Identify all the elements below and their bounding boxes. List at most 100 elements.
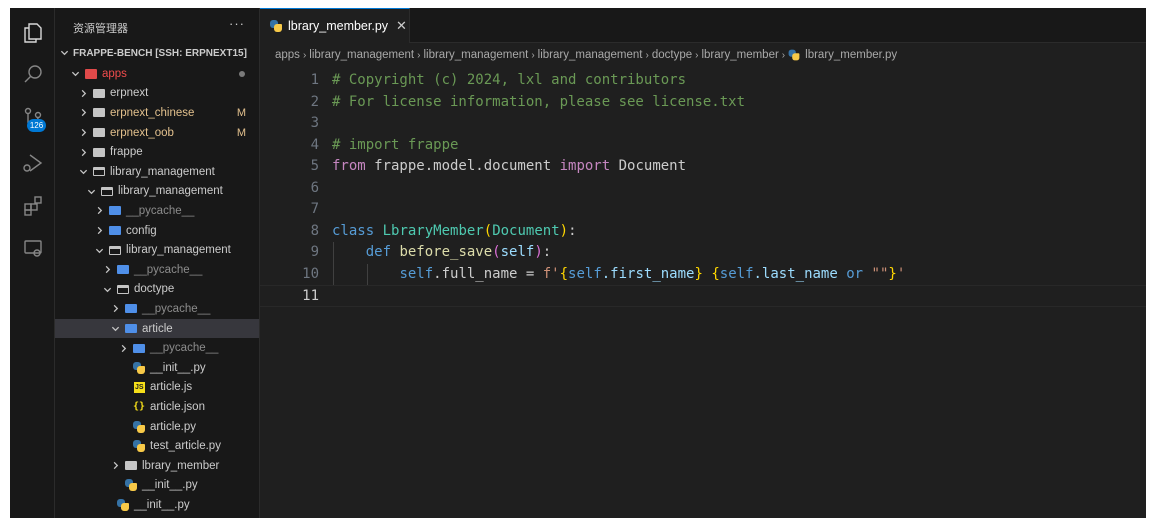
python-file-icon xyxy=(124,479,138,492)
line-number: 1 xyxy=(310,72,319,88)
chevron-down-icon xyxy=(101,285,113,294)
tree-folder-item[interactable]: __pycache__ xyxy=(55,260,259,280)
code-token: frappe.model.document xyxy=(365,158,560,174)
code-token: ( xyxy=(483,222,493,239)
tree-folder-item[interactable]: article xyxy=(55,318,259,339)
line-number: 7 xyxy=(310,201,319,217)
tree-folder-item[interactable]: erpnext_oob M xyxy=(55,123,259,143)
tree-folder-item[interactable]: library_management xyxy=(55,182,259,202)
editor-area: lbrary_member.py ✕ apps › library_manageme… xyxy=(260,8,1146,518)
code-token: : xyxy=(542,244,552,260)
tree-item-label: frappe xyxy=(110,146,143,159)
tree-file-item[interactable]: test_article.py xyxy=(55,436,259,456)
extensions-icon[interactable] xyxy=(10,189,55,223)
tree-folder-item[interactable]: __pycache__ xyxy=(55,338,259,358)
chevron-right-icon: › xyxy=(781,49,786,61)
tree-file-item[interactable]: {} article.json xyxy=(55,397,259,417)
code-line[interactable]: 2 # For license information, please see l… xyxy=(260,92,1146,114)
breadcrumb-item[interactable]: library_management xyxy=(309,49,414,61)
line-number: 2 xyxy=(310,93,319,110)
code-line[interactable]: 7 xyxy=(260,199,1146,221)
close-icon[interactable]: ✕ xyxy=(396,18,407,34)
apps-folder-icon xyxy=(84,68,98,80)
tree-folder-item[interactable]: library_management xyxy=(55,240,259,260)
tree-file-item[interactable]: __init__.py xyxy=(55,476,259,496)
breadcrumb-item[interactable]: lbrary_member.py xyxy=(805,49,897,61)
explorer-icon[interactable] xyxy=(10,16,55,50)
code-line[interactable]: 4 # import frappe xyxy=(260,135,1146,157)
code-token: } xyxy=(888,265,897,282)
breadcrumb-item[interactable]: doctype xyxy=(652,49,692,61)
code-line[interactable]: 1 # Copyright (c) 2024, lxl and contribut… xyxy=(260,70,1146,92)
tree-item-label: __init__.py xyxy=(134,498,190,511)
code-editor[interactable]: 1 # Copyright (c) 2024, lxl and contribut… xyxy=(260,62,1146,518)
tree-item-label: config xyxy=(126,224,157,237)
tree-folder-item[interactable]: __pycache__ xyxy=(55,201,259,221)
search-icon[interactable] xyxy=(10,57,55,91)
line-number: 3 xyxy=(310,115,319,131)
remote-explorer-icon[interactable] xyxy=(10,231,55,265)
source-control-icon[interactable]: 126 xyxy=(10,101,55,135)
pycache-folder-icon xyxy=(124,303,138,315)
tree-folder-item[interactable]: erpnext xyxy=(55,84,259,104)
tree-folder-item[interactable]: config xyxy=(55,221,259,241)
tree-folder-item[interactable]: lbrary_member xyxy=(55,456,259,476)
workspace-name: FRAPPE-BENCH [SSH: ERPNEXT15] xyxy=(73,47,247,59)
explorer-sidebar: 资源管理器 ··· FRAPPE-BENCH [SSH: ERPNEXT15] … xyxy=(55,8,260,518)
chevron-right-icon: › xyxy=(645,49,649,61)
code-token: # Copyright (c) 2024, lxl and contributo… xyxy=(332,72,687,88)
code-token: LbraryMember xyxy=(382,222,484,239)
chevron-right-icon xyxy=(93,226,105,235)
tree-item-label: erpnext xyxy=(110,87,149,100)
code-line[interactable]: 6 xyxy=(260,178,1146,200)
chevron-right-icon: › xyxy=(302,49,307,61)
workspace-header[interactable]: FRAPPE-BENCH [SSH: ERPNEXT15] xyxy=(55,43,259,63)
code-token: self xyxy=(568,265,602,282)
code-line[interactable]: 3 xyxy=(260,113,1146,135)
folder-open-icon xyxy=(108,244,122,256)
chevron-right-icon xyxy=(109,304,121,313)
run-debug-icon[interactable] xyxy=(10,146,55,180)
code-token: Document xyxy=(492,222,560,239)
python-file-icon xyxy=(788,49,800,61)
code-token: f' xyxy=(542,265,560,282)
chevron-right-icon: › xyxy=(695,49,699,61)
tree-file-item[interactable]: article.py xyxy=(55,417,259,437)
breadcrumb-item[interactable]: library_management xyxy=(423,49,528,61)
code-line[interactable]: 11 xyxy=(260,285,1146,307)
tab-lbrary-member-py[interactable]: lbrary_member.py ✕ xyxy=(260,8,410,43)
tree-item-label: __pycache__ xyxy=(142,302,211,315)
tree-folder-item[interactable]: __pycache__ xyxy=(55,299,259,319)
code-token: or xyxy=(846,265,864,282)
tree-folder-item[interactable]: doctype xyxy=(55,280,259,300)
tree-folder-item[interactable]: erpnext_chinese M xyxy=(55,103,259,123)
chevron-right-icon: › xyxy=(531,49,535,61)
breadcrumb-item[interactable]: library_management xyxy=(538,49,643,61)
tree-item-label: __pycache__ xyxy=(134,263,203,276)
tree-file-item[interactable]: __init__.py xyxy=(55,358,259,378)
python-file-icon xyxy=(270,20,282,32)
tree-folder-item[interactable]: apps xyxy=(55,64,259,84)
code-line[interactable]: 9 def before_save(self): xyxy=(260,242,1146,264)
tree-file-item[interactable]: JS article.js xyxy=(55,378,259,398)
code-line[interactable]: 10 self.full_name = f'{self.first_name} … xyxy=(260,263,1146,285)
line-content: # Copyright (c) 2024, lxl and contributo… xyxy=(332,70,686,92)
code-line[interactable]: 5 from frappe.model.document import Docum… xyxy=(260,156,1146,178)
code-line[interactable]: 8 class LbraryMember(Document): xyxy=(260,221,1146,243)
chevron-down-icon xyxy=(69,69,81,78)
folder-icon xyxy=(108,225,122,237)
tree-item-label: library_management xyxy=(110,165,215,178)
code-token: : xyxy=(568,222,577,239)
python-file-icon xyxy=(132,361,146,374)
breadcrumb-item[interactable]: lbrary_member xyxy=(701,49,778,61)
code-token: "" xyxy=(871,265,889,282)
more-actions-button[interactable]: ··· xyxy=(229,16,245,31)
tree-folder-item[interactable]: frappe xyxy=(55,142,259,162)
tree-item-label: library_management xyxy=(126,244,231,257)
breadcrumb-item[interactable]: apps xyxy=(275,49,300,61)
chevron-right-icon xyxy=(109,461,121,470)
tree-folder-item[interactable]: library_management xyxy=(55,162,259,182)
tree-file-item[interactable]: __init__.py xyxy=(55,495,259,515)
